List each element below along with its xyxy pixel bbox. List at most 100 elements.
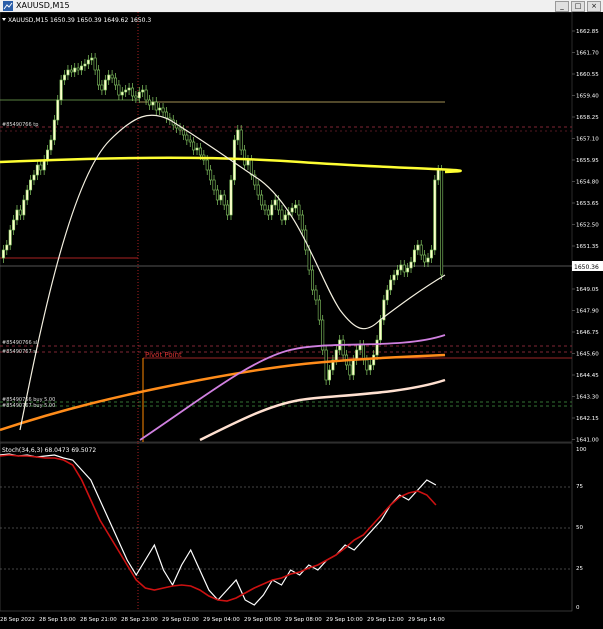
candle-body xyxy=(290,207,294,213)
price-tick-label: 1654.80 xyxy=(576,180,599,186)
candle-body xyxy=(103,79,107,91)
candle-body xyxy=(137,91,141,99)
candle-body xyxy=(188,139,192,143)
price-tick-label: 1643.30 xyxy=(576,395,599,401)
candle-body xyxy=(426,257,430,263)
price-tick-label: 1657.10 xyxy=(576,137,599,143)
candle-body xyxy=(219,194,223,201)
price-tick-label: 1655.95 xyxy=(576,158,599,164)
maximize-button[interactable]: □ xyxy=(571,1,585,12)
candle-body xyxy=(76,67,80,71)
candle-body xyxy=(297,204,301,216)
candle-body xyxy=(154,101,158,111)
candle-body xyxy=(205,159,209,171)
order-label-tp: #85490766 tp xyxy=(2,122,38,128)
candle-body xyxy=(277,199,281,211)
price-tick-label: 1647.90 xyxy=(576,309,599,315)
stoch-tick-label: 50 xyxy=(576,525,583,531)
candle-body xyxy=(341,339,345,356)
candle-body xyxy=(49,139,53,151)
candle-body xyxy=(402,264,406,273)
time-tick-label: 29 Sep 08:00 xyxy=(285,617,322,623)
candle-body xyxy=(158,107,162,111)
time-tick-label: 28 Sep 23:00 xyxy=(121,617,158,623)
time-tick-label: 29 Sep 14:00 xyxy=(408,617,445,623)
chart-header: XAUUSD,M15 1650.39 1650.39 1649.62 1650.… xyxy=(8,17,151,24)
price-axis: 1662.85 1661.70 1660.55 1659.40 1658.25 1657.… xyxy=(572,29,599,444)
time-tick-label: 29 Sep 04:00 xyxy=(203,617,240,623)
candle-body xyxy=(66,69,70,76)
candle-body xyxy=(117,84,121,96)
stoch-tick-label: 100 xyxy=(576,447,587,453)
candle-body xyxy=(236,129,240,141)
candle-body xyxy=(100,84,104,91)
candle-body xyxy=(69,69,73,73)
time-tick-label: 28 Sep 2022 xyxy=(0,617,35,623)
candle-body xyxy=(263,204,267,211)
order-label-buy-2: #85490767 buy 5.00 xyxy=(2,403,55,409)
close-button[interactable]: × xyxy=(587,1,601,12)
price-tick-label: 1646.75 xyxy=(576,330,599,336)
candle-body xyxy=(215,189,219,201)
candle-body xyxy=(83,63,87,67)
price-tick-label: 1661.70 xyxy=(576,51,599,57)
candle-body xyxy=(368,364,372,371)
candle-body xyxy=(178,127,182,131)
candle-body xyxy=(256,184,260,196)
candle-body xyxy=(375,339,379,356)
chart-window[interactable]: XAUUSD,M15 1650.39 1650.39 1649.62 1650.… xyxy=(0,11,603,625)
candle-body xyxy=(175,124,179,129)
pivot-label: Pivot Point xyxy=(145,351,182,359)
candle-body xyxy=(406,267,410,273)
candle-body xyxy=(185,134,189,141)
candle-body xyxy=(294,204,298,209)
candle-body xyxy=(141,89,145,93)
candle-body xyxy=(358,344,362,351)
candle-body xyxy=(300,214,304,231)
candle-body xyxy=(416,244,420,251)
candle-body xyxy=(59,79,63,101)
candle-body xyxy=(39,164,43,171)
candle-body xyxy=(260,194,264,206)
candle-body xyxy=(124,89,128,93)
candle-body xyxy=(120,91,124,96)
stoch-tick-label: 25 xyxy=(576,566,583,572)
candle-body xyxy=(307,249,311,271)
price-tick-label: 1662.85 xyxy=(576,29,599,35)
candle-body xyxy=(32,174,36,181)
time-tick-label: 29 Sep 10:00 xyxy=(326,617,363,623)
candle-body xyxy=(151,101,155,106)
minimize-button[interactable]: _ xyxy=(555,1,569,12)
main-plot-area[interactable] xyxy=(0,11,573,443)
candle-body xyxy=(378,319,382,341)
candle-body xyxy=(209,169,213,181)
candle-body xyxy=(365,359,369,371)
candle-body xyxy=(324,349,328,381)
time-tick-label: 28 Sep 21:00 xyxy=(80,617,117,623)
price-tick-label: 1644.45 xyxy=(576,373,599,379)
candle-body xyxy=(107,74,111,81)
stoch-plot-area[interactable] xyxy=(0,442,573,612)
price-tick-label: 1658.25 xyxy=(576,115,599,121)
candle-body xyxy=(134,95,138,99)
candle-body xyxy=(114,77,117,86)
candle-body xyxy=(18,209,22,216)
candle-body xyxy=(280,209,284,221)
chart-canvas[interactable]: XAUUSD,M15 1650.39 1650.39 1649.62 1650.… xyxy=(0,11,603,625)
candle-body xyxy=(144,89,148,101)
candle-body xyxy=(110,74,114,79)
candle-body xyxy=(314,289,318,301)
candle-body xyxy=(29,179,33,191)
candle-body xyxy=(423,254,427,263)
candle-body xyxy=(161,107,165,113)
chart-icon xyxy=(3,1,13,11)
candle-body xyxy=(195,147,199,151)
stoch-tick-label: 75 xyxy=(576,484,583,490)
candle-body xyxy=(130,87,134,97)
candle-body xyxy=(239,129,243,151)
order-label-sl-2: #85490767 sl xyxy=(2,349,37,355)
stoch-axis: 100 75 50 25 0 xyxy=(576,447,587,611)
candle-body xyxy=(399,264,403,271)
window-title: XAUUSD,M15 xyxy=(16,1,70,10)
candle-body xyxy=(46,149,50,161)
